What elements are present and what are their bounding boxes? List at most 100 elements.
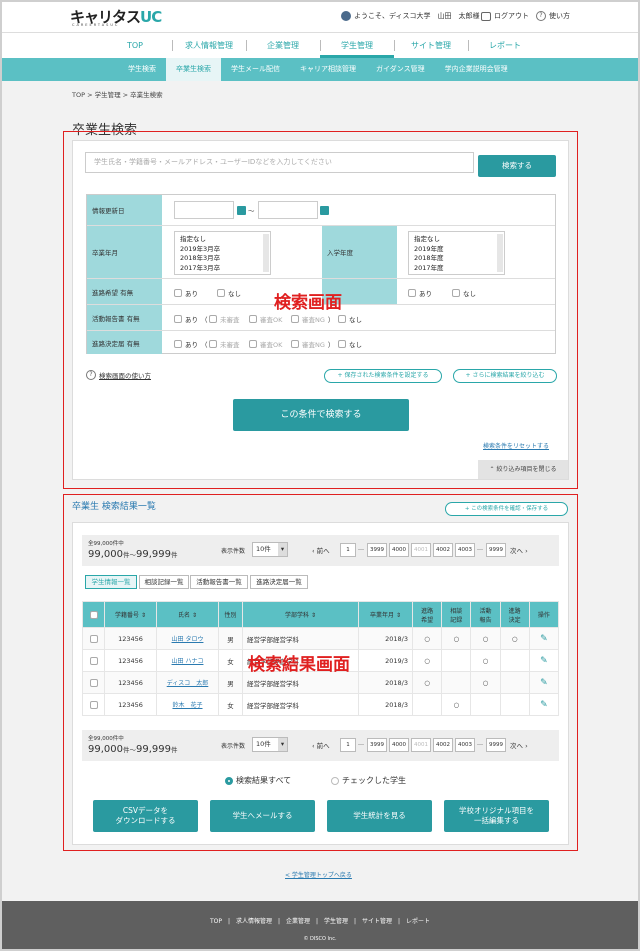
- decision-review-ng[interactable]: 審査NG）: [291, 339, 334, 349]
- gnav-report[interactable]: レポート: [468, 33, 542, 58]
- decision-review-ok[interactable]: 審査OK: [249, 339, 282, 349]
- close-filters-button[interactable]: ⌃ 絞り込み項目を閉じる: [478, 460, 568, 479]
- option-no[interactable]: なし: [452, 288, 476, 298]
- tab-decision-reports[interactable]: 進路決定届一覧: [250, 575, 308, 589]
- gnav-student[interactable]: 学生管理: [320, 33, 394, 58]
- search-input[interactable]: 学生氏名・学籍番号・メールアドレス・ユーザーIDなどを入力してください: [85, 152, 474, 173]
- subnav-career-consult[interactable]: キャリア相談管理: [290, 58, 366, 81]
- gnav-top[interactable]: TOP: [98, 33, 172, 58]
- page-4002[interactable]: 4002: [433, 543, 453, 557]
- next-link[interactable]: 次へ ›: [510, 545, 528, 555]
- report-review-ng[interactable]: 審査NG）: [291, 314, 334, 324]
- page-1[interactable]: 1: [340, 738, 356, 752]
- help-link[interactable]: ? 使い方: [536, 11, 570, 21]
- edit-pencil-icon[interactable]: ✎: [528, 693, 560, 716]
- update-date-to-input[interactable]: [258, 201, 318, 219]
- subnav-student-search[interactable]: 学生検索: [118, 58, 166, 81]
- subnav-graduate-search[interactable]: 卒業生検索: [166, 58, 221, 81]
- narrow-results-button[interactable]: + さらに検索結果を絞り込む: [453, 369, 557, 383]
- howto-link[interactable]: ? 検索画面の使い方: [86, 370, 151, 380]
- checkbox[interactable]: [174, 340, 182, 348]
- gnav-site[interactable]: サイト管理: [394, 33, 468, 58]
- confirm-save-conditions-button[interactable]: + この検索条件を確認・保存する: [445, 502, 568, 516]
- checkbox[interactable]: [209, 315, 217, 323]
- page-9999[interactable]: 9999: [486, 738, 506, 752]
- select-all-checkbox[interactable]: [89, 610, 98, 619]
- decision-no[interactable]: なし: [338, 339, 362, 349]
- calendar-icon[interactable]: [237, 206, 246, 215]
- page-4000[interactable]: 4000: [389, 543, 409, 557]
- next-link[interactable]: 次へ ›: [510, 740, 528, 750]
- scrollbar[interactable]: [497, 234, 503, 272]
- checkbox[interactable]: [249, 340, 257, 348]
- subnav-student-mail[interactable]: 学生メール配信: [221, 58, 290, 81]
- row-checkbox[interactable]: [89, 700, 98, 709]
- student-name-link[interactable]: 山田 タロウ: [172, 636, 204, 643]
- checkbox[interactable]: [338, 340, 346, 348]
- checkbox[interactable]: [217, 289, 225, 297]
- edit-pencil-icon[interactable]: ✎: [528, 671, 560, 694]
- reset-conditions-link[interactable]: 検索条件をリセットする: [483, 441, 549, 450]
- gnav-job-info[interactable]: 求人情報管理: [172, 33, 246, 58]
- edit-pencil-icon[interactable]: ✎: [528, 649, 560, 672]
- decision-unreviewed[interactable]: 未審査: [209, 339, 240, 349]
- back-to-student-top-link[interactable]: < 学生管理トップへ戻る: [285, 870, 352, 879]
- saved-conditions-button[interactable]: + 保存された検索条件を設定する: [324, 369, 442, 383]
- career-wish-no[interactable]: なし: [217, 288, 241, 298]
- student-stats-button[interactable]: 学生統計を見る: [327, 800, 432, 832]
- radio-button[interactable]: [331, 776, 339, 785]
- enroll-year-select[interactable]: 指定なし 2019年度 2018年度 2017年度: [408, 231, 505, 275]
- bulk-edit-button[interactable]: 学校オリジナル項目を 一括編集する: [444, 800, 549, 832]
- checkbox[interactable]: [338, 315, 346, 323]
- search-with-conditions-button[interactable]: この条件で検索する: [233, 399, 409, 431]
- tab-student-info[interactable]: 学生情報一覧: [85, 575, 137, 589]
- row-checkbox[interactable]: [89, 678, 98, 687]
- radio-button[interactable]: [225, 776, 233, 785]
- logout-link[interactable]: ログアウト: [481, 11, 529, 21]
- subnav-campus-briefing[interactable]: 学内企業説明会管理: [435, 58, 518, 81]
- page-3999[interactable]: 3999: [367, 738, 387, 752]
- row-checkbox[interactable]: [89, 656, 98, 665]
- page-9999[interactable]: 9999: [486, 543, 506, 557]
- report-yes[interactable]: あり（: [174, 314, 208, 324]
- radio-checked-students[interactable]: チェックした学生: [331, 775, 406, 786]
- prev-link[interactable]: ‹ 前へ: [312, 545, 330, 555]
- search-button[interactable]: 検索する: [478, 155, 556, 177]
- option-yes[interactable]: あり: [408, 288, 432, 298]
- radio-all-results[interactable]: 検索結果すべて: [225, 775, 291, 786]
- grad-ym-select[interactable]: 指定なし 2019年3月卒 2018年3月卒 2017年3月卒: [174, 231, 271, 275]
- sort-name[interactable]: 氏名 ⇕: [156, 601, 219, 628]
- student-name-link[interactable]: ディスコ 太郎: [167, 680, 209, 687]
- checkbox[interactable]: [174, 315, 182, 323]
- per-page-select[interactable]: 10件 ▾: [252, 737, 288, 752]
- checkbox[interactable]: [408, 289, 416, 297]
- checkbox[interactable]: [249, 315, 257, 323]
- page-4002[interactable]: 4002: [433, 738, 453, 752]
- checkbox[interactable]: [291, 315, 299, 323]
- per-page-select[interactable]: 10件 ▾: [252, 542, 288, 557]
- footer-nav[interactable]: TOP | 求人情報管理 | 企業管理 | 学生管理 | サイト管理 | レポー…: [0, 916, 640, 925]
- page-3999[interactable]: 3999: [367, 543, 387, 557]
- report-review-ok[interactable]: 審査OK: [249, 314, 282, 324]
- prev-link[interactable]: ‹ 前へ: [312, 740, 330, 750]
- email-students-button[interactable]: 学生へメールする: [210, 800, 315, 832]
- checkbox[interactable]: [452, 289, 460, 297]
- page-4003[interactable]: 4003: [455, 738, 475, 752]
- subnav-guidance[interactable]: ガイダンス管理: [366, 58, 435, 81]
- checkbox[interactable]: [174, 289, 182, 297]
- page-4003[interactable]: 4003: [455, 543, 475, 557]
- row-checkbox[interactable]: [89, 634, 98, 643]
- calendar-icon[interactable]: [320, 206, 329, 215]
- student-name-link[interactable]: 山田 ハナコ: [172, 658, 204, 665]
- update-date-from-input[interactable]: [174, 201, 234, 219]
- student-name-link[interactable]: 鈴木 花子: [172, 702, 202, 709]
- page-1[interactable]: 1: [340, 543, 356, 557]
- csv-download-button[interactable]: CSVデータを ダウンロードする: [93, 800, 198, 832]
- report-unreviewed[interactable]: 未審査: [209, 314, 240, 324]
- decision-yes[interactable]: あり（: [174, 339, 208, 349]
- page-4000[interactable]: 4000: [389, 738, 409, 752]
- report-no[interactable]: なし: [338, 314, 362, 324]
- checkbox[interactable]: [291, 340, 299, 348]
- tab-activity-reports[interactable]: 活動報告書一覧: [190, 575, 248, 589]
- scrollbar[interactable]: [263, 234, 269, 272]
